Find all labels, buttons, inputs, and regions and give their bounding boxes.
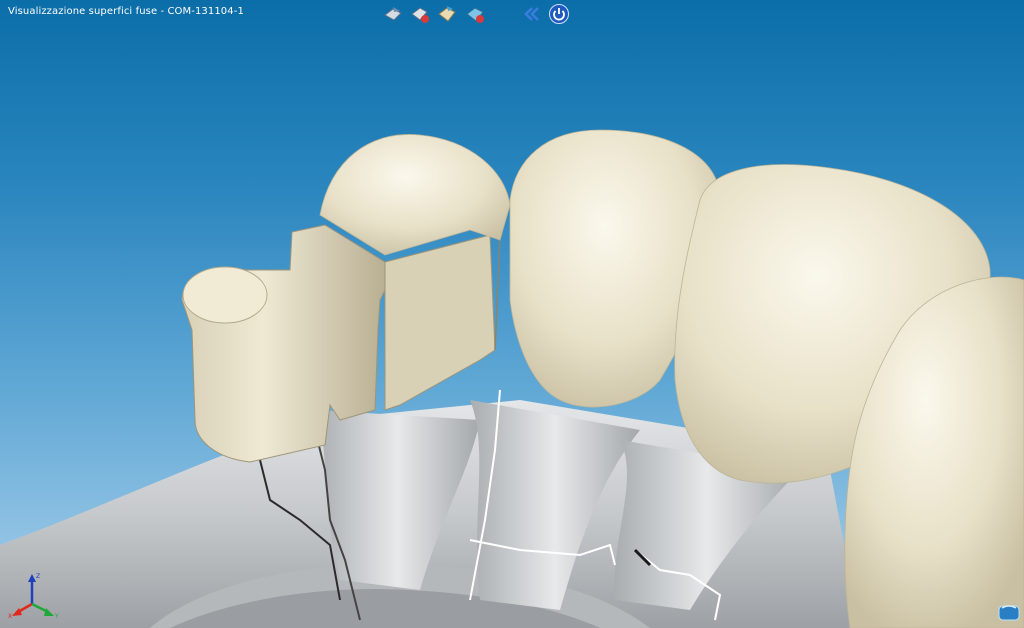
tooth-model-icon[interactable] bbox=[436, 3, 458, 25]
axis-label-z: Z bbox=[36, 573, 40, 580]
axis-label-y: Y bbox=[54, 613, 59, 620]
mesh-remove-icon[interactable] bbox=[464, 3, 486, 25]
axis-gizmo: Z X Y bbox=[8, 573, 59, 620]
3d-viewport[interactable]: Visualizzazione superfici fuse - COM-131… bbox=[0, 0, 1024, 628]
window-title: Visualizzazione superfici fuse - COM-131… bbox=[8, 6, 244, 17]
back-double-chevron-icon[interactable] bbox=[521, 3, 543, 25]
dental-3d-model[interactable] bbox=[0, 0, 1024, 628]
scan-view-icon[interactable] bbox=[382, 3, 404, 25]
view-options-button[interactable] bbox=[998, 602, 1020, 622]
axis-label-x: X bbox=[8, 613, 12, 620]
scan-remove-icon[interactable] bbox=[409, 3, 431, 25]
power-icon[interactable] bbox=[548, 3, 570, 25]
